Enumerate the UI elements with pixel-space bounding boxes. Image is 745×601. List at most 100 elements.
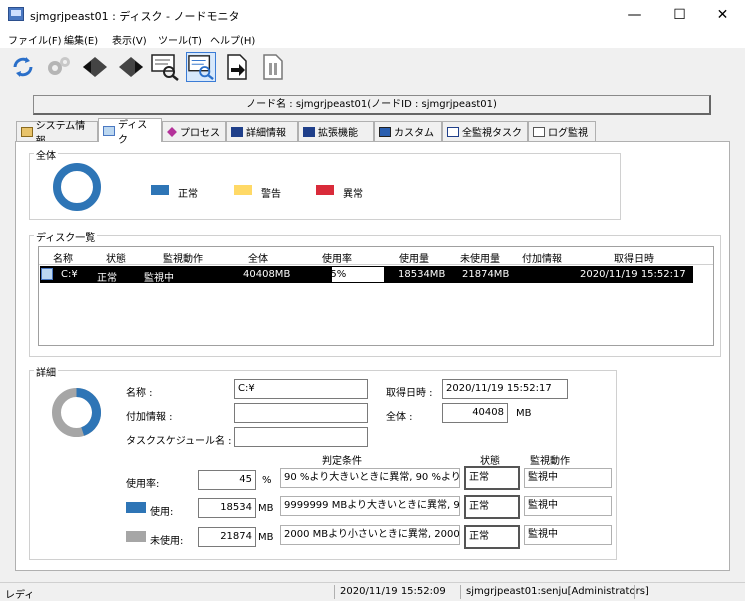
free-status: 正常	[464, 525, 520, 549]
legend-error-swatch	[316, 185, 334, 195]
overall-group-label: 全体	[34, 147, 58, 162]
menu-tools[interactable]: ツール(T)	[158, 32, 202, 47]
menu-file[interactable]: ファイル(F)	[8, 32, 62, 47]
legend-error-label: 異常	[343, 189, 363, 200]
export-icon[interactable]	[222, 52, 252, 82]
log-icon	[533, 126, 545, 137]
col-usage[interactable]: 使用率	[290, 250, 384, 265]
usage-rate-action: 監視中	[524, 468, 612, 488]
navigate-right-icon[interactable]	[116, 52, 146, 82]
cell-total: 40408MB	[243, 269, 291, 280]
overall-donut-normal-arc	[53, 163, 101, 211]
col-used[interactable]: 使用量	[386, 250, 442, 265]
legend-normal-label: 正常	[178, 189, 198, 200]
usage-bar: 45%	[290, 267, 384, 282]
extra-info-label: 付加情報 :	[126, 412, 173, 423]
tab-extensions[interactable]: 拡張機能	[298, 121, 374, 141]
status-user: sjmgrjpeast01:senju[Administrators]	[466, 586, 649, 597]
used-label: 使用:	[150, 507, 174, 518]
tab-all-tasks[interactable]: 全監視タスク	[442, 121, 528, 141]
refresh-icon[interactable]	[8, 52, 38, 82]
total-unit: MB	[516, 408, 532, 419]
detail-donut-chart	[51, 387, 102, 438]
title-bar: sjmgrjpeast01 : ディスク - ノードモニタ — ☐ ✕	[0, 0, 745, 30]
disk-icon	[41, 268, 53, 280]
used-field[interactable]: 18534	[198, 498, 256, 518]
free-criteria: 2000 MBより小さいときに異常, 2000 MB	[280, 525, 460, 545]
col-time[interactable]: 取得日時	[576, 250, 692, 265]
usage-rate-field[interactable]: 45	[198, 470, 256, 490]
cell-free: 21874MB	[462, 269, 510, 280]
tab-custom[interactable]: カスタム	[374, 121, 442, 141]
close-button[interactable]: ✕	[700, 0, 745, 30]
total-field[interactable]: 40408	[442, 403, 508, 423]
system-info-icon	[21, 126, 33, 137]
navigate-left-icon[interactable]	[80, 52, 110, 82]
schedule-field[interactable]	[234, 427, 368, 447]
detail-group-label: 詳細	[34, 364, 58, 379]
tab-disk[interactable]: ディスク	[98, 118, 162, 146]
col-name[interactable]: 名称	[38, 250, 88, 265]
free-action: 監視中	[524, 525, 612, 545]
usage-rate-label: 使用率:	[126, 479, 160, 490]
monitor-search-selected-icon[interactable]	[186, 52, 216, 82]
pause-icon[interactable]	[258, 52, 288, 82]
col-status[interactable]: 状態	[94, 250, 138, 265]
menu-view[interactable]: 表示(V)	[112, 32, 147, 47]
usage-rate-status: 正常	[464, 466, 520, 490]
all-tasks-icon	[447, 126, 459, 137]
time-label: 取得日時 :	[386, 388, 433, 399]
col-free[interactable]: 未使用量	[448, 250, 512, 265]
tab-details[interactable]: 詳細情報	[226, 121, 298, 141]
criteria-header: 判定条件	[322, 456, 362, 467]
usage-rate-criteria: 90 %より大きいときに異常, 90 %より大き	[280, 468, 460, 488]
menu-edit[interactable]: 編集(E)	[64, 32, 98, 47]
col-extra[interactable]: 付加情報	[514, 250, 570, 265]
app-monitor-icon	[8, 7, 24, 21]
process-icon	[167, 126, 177, 137]
cell-name: C:¥	[61, 269, 78, 280]
settings-gears-icon[interactable]	[44, 52, 74, 82]
detail-donut-used-arc	[76, 388, 101, 436]
cell-time: 2020/11/19 15:52:17	[580, 269, 686, 280]
action-header: 監視動作	[530, 456, 570, 467]
time-field[interactable]: 2020/11/19 15:52:17	[442, 379, 568, 399]
overall-donut-chart	[53, 163, 101, 211]
tab-log-monitor[interactable]: ログ監視	[528, 121, 596, 141]
custom-icon	[379, 126, 391, 137]
total-label: 全体 :	[386, 412, 413, 423]
used-swatch	[126, 502, 146, 513]
name-field[interactable]: C:¥	[234, 379, 368, 399]
monitor-search-icon[interactable]	[150, 52, 180, 82]
cell-used: 18534MB	[398, 269, 446, 280]
cell-status: 正常	[97, 273, 117, 284]
menu-bar: ファイル(F) 編集(E) 表示(V) ツール(T) ヘルプ(H)	[0, 30, 745, 48]
status-bar: レディ 2020/11/19 15:52:09 sjmgrjpeast01:se…	[0, 582, 745, 601]
free-swatch	[126, 531, 146, 542]
used-criteria: 9999999 MBより大きいときに異常, 9999	[280, 496, 460, 516]
col-action[interactable]: 監視動作	[138, 250, 228, 265]
node-name-bar: ノード名 : sjmgrjpeast01(ノードID : sjmgrjpeast…	[33, 95, 711, 115]
disk-list-group-label: ディスク一覧	[34, 229, 98, 244]
disk-icon	[103, 125, 115, 136]
menu-help[interactable]: ヘルプ(H)	[210, 32, 255, 47]
status-ready: レディ	[5, 590, 35, 601]
used-unit: MB	[258, 503, 274, 514]
toolbar	[0, 48, 745, 88]
used-status: 正常	[464, 495, 520, 519]
table-row[interactable]: C:¥ 正常 監視中 40408MB 45% 18534MB 21874MB 2…	[40, 266, 693, 284]
maximize-button[interactable]: ☐	[657, 0, 702, 30]
tab-process[interactable]: プロセス	[162, 121, 226, 141]
window-title: sjmgrjpeast01 : ディスク - ノードモニタ	[30, 10, 240, 23]
extra-info-field[interactable]	[234, 403, 368, 423]
minimize-button[interactable]: —	[612, 0, 657, 30]
extensions-icon	[303, 126, 315, 137]
legend-warning-label: 警告	[261, 189, 281, 200]
free-field[interactable]: 21874	[198, 527, 256, 547]
tab-system-info[interactable]: システム情報	[16, 121, 98, 147]
free-unit: MB	[258, 532, 274, 543]
col-total[interactable]: 全体	[232, 250, 284, 265]
status-separator	[334, 585, 335, 599]
status-separator	[634, 585, 635, 599]
used-action: 監視中	[524, 496, 612, 516]
